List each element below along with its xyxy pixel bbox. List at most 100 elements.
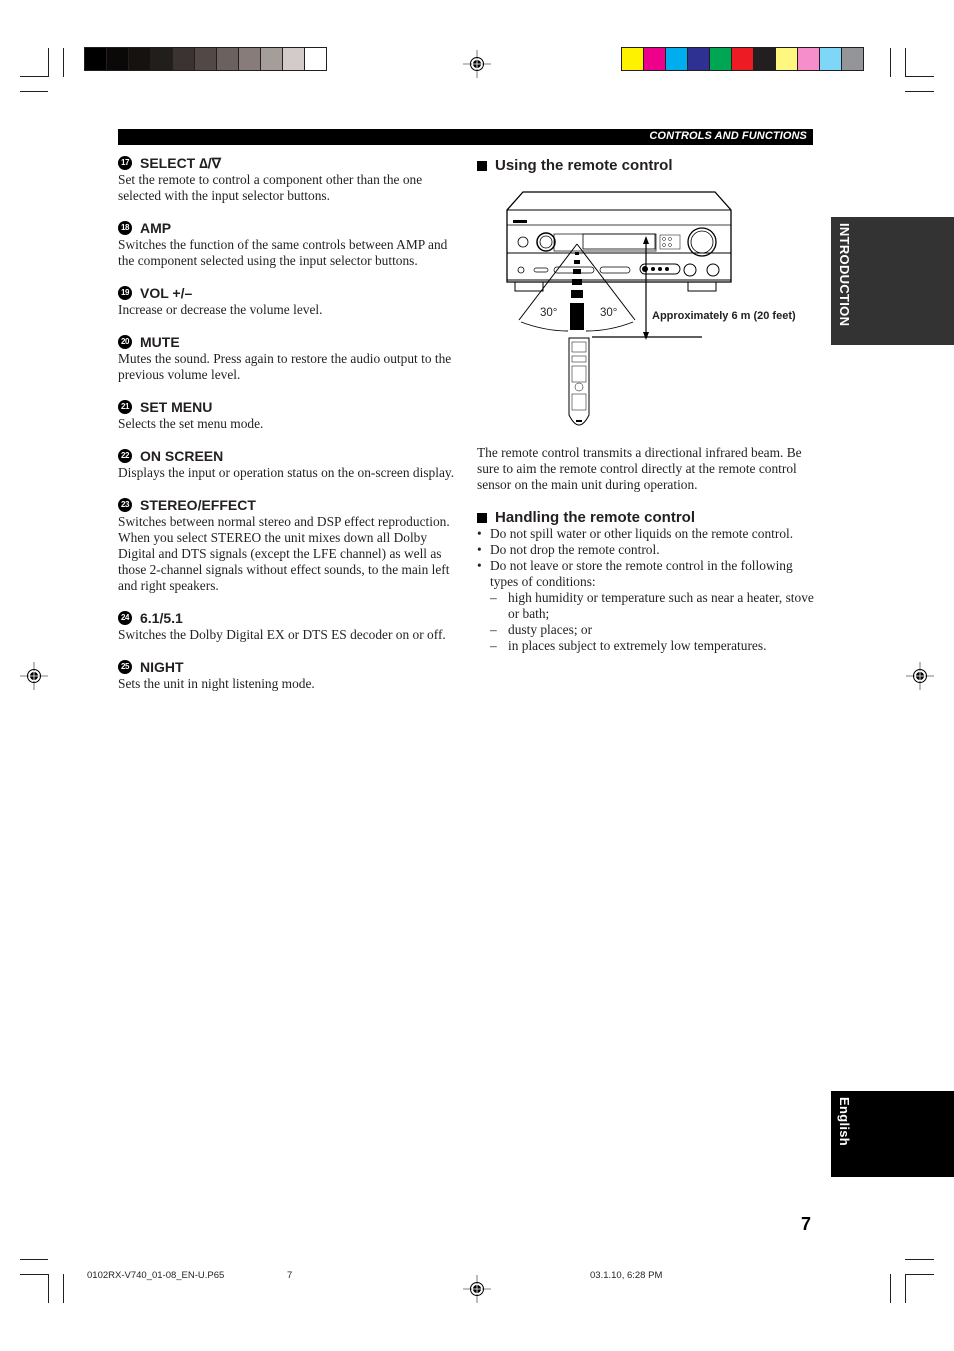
item-title: SELECT ∆/∇ — [140, 155, 221, 171]
color-swatch — [842, 48, 863, 70]
heading-text: Handling the remote control — [495, 509, 696, 526]
footer-file-name: 0102RX-V740_01-08_EN-U.P65 — [87, 1270, 225, 1281]
item-title: MUTE — [140, 334, 180, 350]
remote-description-paragraph: The remote control transmits a direction… — [477, 445, 802, 492]
control-item-mute: 20 MUTE Mutes the sound. Press again to r… — [118, 333, 458, 383]
crop-mark — [48, 48, 49, 77]
crop-mark — [905, 48, 906, 77]
item-description: Mutes the sound. Press again to restore … — [118, 351, 452, 382]
color-swatch — [622, 48, 643, 70]
square-bullet-icon — [477, 512, 487, 523]
crop-mark — [890, 1274, 891, 1303]
item-description: Switches the Dolby Digital EX or DTS ES … — [118, 627, 446, 642]
item-description: Switches between normal stereo and DSP e… — [118, 514, 450, 593]
control-item-select: 17 SELECT ∆/∇ Set the remote to control a… — [118, 154, 458, 204]
controls-list: 17 SELECT ∆/∇ Set the remote to control a… — [118, 154, 458, 707]
crop-mark — [48, 1274, 49, 1303]
side-tab-english: English — [831, 1091, 954, 1177]
crop-mark — [905, 1274, 906, 1303]
list-item: • Do not leave or store the remote contro… — [477, 558, 817, 590]
item-title: SET MENU — [140, 399, 213, 415]
list-item-text: Do not spill water or other liquids on t… — [490, 526, 794, 541]
dash-icon: – — [490, 590, 497, 605]
color-swatch — [283, 48, 304, 70]
control-item-amp: 18 AMP Switches the function of the same … — [118, 219, 458, 269]
page-number: 7 — [801, 1214, 812, 1234]
list-item-text: dusty places; or — [508, 622, 593, 637]
list-item: • Do not drop the remote control. — [477, 542, 817, 558]
list-item-text: Do not drop the remote control. — [490, 542, 660, 557]
using-remote-heading: Using the remote control — [477, 157, 673, 174]
dash-icon: – — [490, 622, 497, 637]
item-description: Selects the set menu mode. — [118, 416, 264, 431]
crop-mark — [20, 1274, 48, 1275]
distance-label: Approximately 6 m (20 feet) — [652, 310, 796, 322]
item-number-badge: 22 — [118, 449, 132, 463]
section-header-bar: CONTROLS AND FUNCTIONS — [118, 129, 813, 145]
list-item-text: Do not leave or store the remote control… — [490, 558, 793, 589]
list-item: • Do not spill water or other liquids on … — [477, 526, 817, 542]
heading-text: Using the remote control — [495, 157, 673, 174]
item-number-badge: 24 — [118, 611, 132, 625]
sub-list-item: – high humidity or temperature such as ne… — [490, 590, 817, 622]
color-swatch — [261, 48, 282, 70]
color-swatch — [776, 48, 797, 70]
control-item-vol: 19 VOL +/– Increase or decrease the volum… — [118, 284, 458, 318]
color-swatch — [151, 48, 172, 70]
sub-list-item: – dusty places; or — [490, 622, 817, 638]
angle-right-label: 30° — [600, 307, 618, 319]
color-swatch — [820, 48, 841, 70]
item-number-badge: 23 — [118, 498, 132, 512]
control-item-stereo-effect: 23 STEREO/EFFECT Switches between normal … — [118, 496, 458, 594]
crop-mark — [20, 76, 48, 77]
dash-icon: – — [490, 638, 497, 653]
side-tab-label: English — [837, 1097, 852, 1147]
crop-mark — [20, 91, 48, 92]
item-number-badge: 17 — [118, 156, 132, 170]
handling-remote-heading: Handling the remote control — [477, 509, 695, 526]
sub-list-item: – in places subject to extremely low temp… — [490, 638, 817, 654]
footer-timestamp: 03.1.10, 6:28 PM — [590, 1270, 663, 1281]
control-item-61-51: 24 6.1/5.1 Switches the Dolby Digital EX … — [118, 609, 458, 643]
grayscale-color-bar — [84, 47, 327, 71]
crop-mark — [905, 91, 934, 92]
registration-mark-icon — [20, 662, 48, 690]
registration-mark-icon — [463, 50, 491, 78]
crop-mark — [905, 76, 934, 77]
item-title: NIGHT — [140, 659, 184, 675]
item-title: ON SCREEN — [140, 448, 224, 464]
process-color-bar — [621, 47, 864, 71]
color-swatch — [129, 48, 150, 70]
item-description: Sets the unit in night listening mode. — [118, 676, 315, 691]
item-title: VOL +/– — [140, 285, 193, 301]
item-description: Displays the input or operation status o… — [118, 465, 455, 480]
crop-mark — [63, 1274, 64, 1303]
list-item-text: in places subject to extremely low tempe… — [508, 638, 767, 653]
registration-mark-icon — [906, 662, 934, 690]
color-swatch — [688, 48, 709, 70]
color-swatch — [239, 48, 260, 70]
color-swatch — [305, 48, 326, 70]
square-bullet-icon — [477, 160, 487, 171]
color-swatch — [754, 48, 775, 70]
item-title: AMP — [140, 220, 172, 236]
color-swatch — [666, 48, 687, 70]
color-swatch — [798, 48, 819, 70]
bullet-icon: • — [477, 542, 482, 557]
section-header-title: CONTROLS AND FUNCTIONS — [649, 130, 807, 142]
bullet-icon: • — [477, 526, 482, 541]
footer-page: 7 — [287, 1270, 293, 1281]
bullet-icon: • — [477, 558, 482, 573]
color-swatch — [644, 48, 665, 70]
crop-mark — [905, 1274, 934, 1275]
registration-mark-icon — [463, 1275, 491, 1303]
crop-mark — [890, 48, 891, 77]
color-swatch — [107, 48, 128, 70]
control-item-night: 25 NIGHT Sets the unit in night listening… — [118, 658, 458, 692]
angle-left-label: 30° — [540, 307, 558, 319]
item-description: Switches the function of the same contro… — [118, 237, 448, 268]
item-description: Set the remote to control a component ot… — [118, 172, 423, 203]
item-number-badge: 21 — [118, 400, 132, 414]
control-item-on-screen: 22 ON SCREEN Displays the input or operat… — [118, 447, 458, 481]
color-swatch — [217, 48, 238, 70]
